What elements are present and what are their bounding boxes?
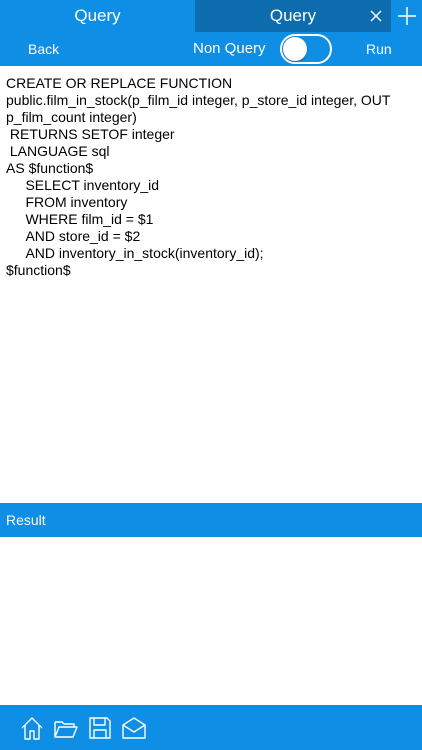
home-icon[interactable] xyxy=(19,715,45,741)
toggle-knob xyxy=(283,37,307,61)
tab-query-2-active[interactable]: Query xyxy=(195,0,391,32)
tab-label: Query xyxy=(269,6,317,25)
tab-query-1[interactable]: Query xyxy=(0,0,195,32)
non-query-toggle[interactable] xyxy=(280,34,332,64)
close-icon[interactable] xyxy=(368,8,384,24)
mode-label: Non Query xyxy=(193,40,266,57)
folder-open-icon[interactable] xyxy=(53,715,79,741)
bottom-toolbar xyxy=(0,705,422,750)
back-button[interactable]: Back xyxy=(28,32,59,66)
result-title: Result xyxy=(6,512,46,528)
tab-bar: Query Query xyxy=(0,0,422,32)
tab-label: Query xyxy=(74,6,121,25)
run-button[interactable]: Run xyxy=(366,32,392,66)
toolbar: Back Non Query Run xyxy=(0,32,422,66)
result-header: Result xyxy=(0,503,422,537)
mail-open-icon[interactable] xyxy=(121,715,147,741)
save-icon[interactable] xyxy=(87,715,113,741)
plus-icon[interactable] xyxy=(395,4,419,28)
result-area xyxy=(0,537,422,705)
query-editor[interactable]: CREATE OR REPLACE FUNCTION public.film_i… xyxy=(0,66,422,503)
